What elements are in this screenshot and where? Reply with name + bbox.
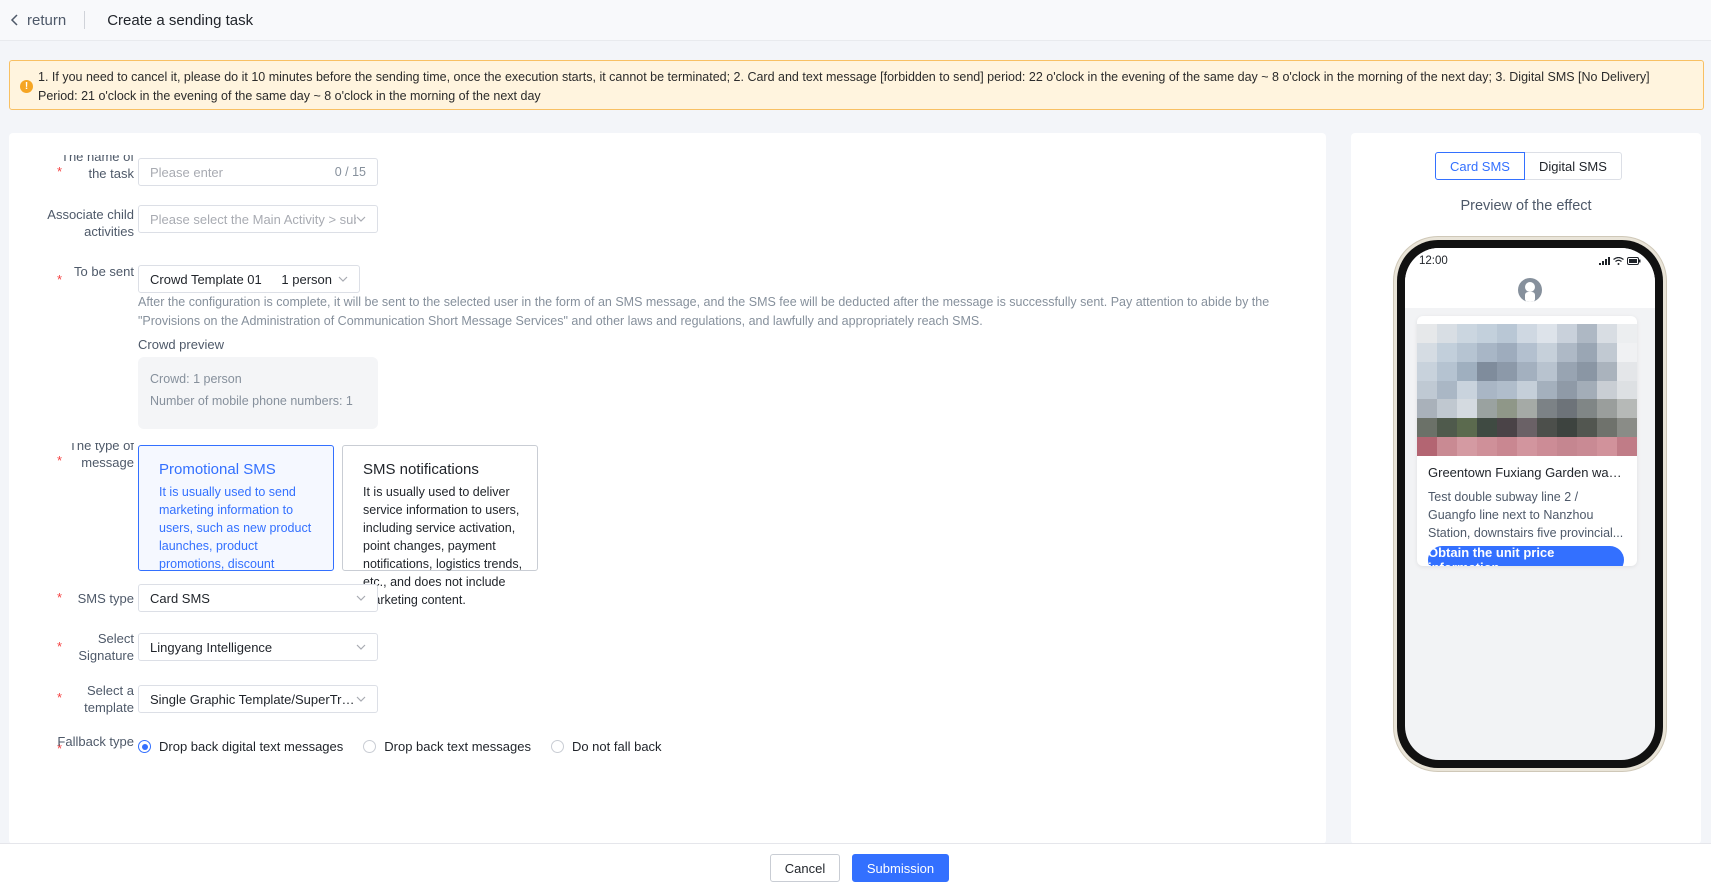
- fallback-radio-group: Drop back digital text messages Drop bac…: [138, 739, 682, 754]
- phone-status-bar: 12:00: [1405, 248, 1655, 272]
- card-action-button[interactable]: Obtain the unit price information: [1428, 545, 1624, 566]
- preview-title: Preview of the effect: [1460, 198, 1592, 214]
- phone-screen: 12:00 Greentown Fuxiang Garden was ... T…: [1405, 248, 1655, 760]
- phone-mockup: 12:00 Greentown Fuxiang Garden was ... T…: [1394, 237, 1666, 771]
- fallback-text-radio[interactable]: Drop back text messages: [363, 739, 531, 754]
- preview-panel: Card SMS Digital SMS Preview of the effe…: [1351, 133, 1701, 844]
- notice-text: 1. If you need to cancel it, please do i…: [38, 70, 1650, 103]
- chevron-left-icon: [10, 14, 18, 26]
- recipients-count: 1 person: [281, 271, 332, 287]
- template-value: Single Graphic Template/SuperTransport: [150, 691, 356, 707]
- avatar: [1518, 278, 1542, 302]
- signature-value: Lingyang Intelligence: [150, 639, 273, 655]
- signature-label: Select Signature: [78, 631, 134, 663]
- fallback-none-label: Do not fall back: [571, 739, 662, 754]
- promotional-desc: It is usually used to send marketing inf…: [159, 485, 312, 571]
- name-char-counter: 0 / 15: [334, 165, 366, 179]
- chevron-down-icon: [356, 216, 366, 222]
- name-input-placeholder: Please enter: [150, 164, 223, 180]
- header-divider: [84, 11, 86, 29]
- template-select[interactable]: Single Graphic Template/SuperTransport: [138, 685, 378, 713]
- signal-icon: [1599, 257, 1610, 265]
- back-label: return: [27, 11, 67, 29]
- status-icons: [1599, 257, 1641, 265]
- template-label: Select a template: [84, 683, 134, 715]
- preview-tabs: Card SMS Digital SMS: [1435, 152, 1622, 180]
- crowd-count: Crowd: 1 person: [150, 372, 242, 386]
- chevron-down-icon: [356, 595, 366, 601]
- phone-number-count: Number of mobile phone numbers: 1: [150, 394, 353, 408]
- fallback-digital-radio[interactable]: Drop back digital text messages: [138, 739, 343, 754]
- signature-select[interactable]: Lingyang Intelligence: [138, 633, 378, 661]
- recipients-label: To be sent: [74, 264, 134, 279]
- submit-button[interactable]: Submission: [852, 854, 949, 882]
- card-description: Test double subway line 2 / Guangfo line…: [1428, 490, 1624, 540]
- radio-checked-icon: [138, 740, 151, 753]
- sms-type-select[interactable]: Card SMS: [138, 584, 378, 612]
- card-title: Greentown Fuxiang Garden was ...: [1428, 465, 1628, 480]
- fallback-none-radio[interactable]: Do not fall back: [550, 739, 662, 754]
- tab-digital-sms[interactable]: Digital SMS: [1524, 152, 1622, 180]
- recipients-select[interactable]: Crowd Template 01 1 person: [138, 265, 360, 293]
- user-icon: [1525, 282, 1535, 302]
- recipients-value: Crowd Template 01: [150, 271, 262, 287]
- phone-bezel: 12:00 Greentown Fuxiang Garden was ... T…: [1397, 240, 1663, 768]
- fallback-text-label: Drop back text messages: [384, 739, 531, 754]
- back-link[interactable]: return: [10, 12, 66, 29]
- sms-type-value: Card SMS: [150, 590, 210, 606]
- battery-icon: [1627, 257, 1641, 265]
- sms-type-label: SMS type: [77, 591, 134, 606]
- top-bar: return Create a sending task: [0, 0, 1711, 41]
- message-type-label: The type of message: [68, 443, 134, 470]
- child-activity-placeholder: Please select the Main Activity > subact…: [150, 211, 356, 227]
- sms-card-preview: Greentown Fuxiang Garden was ... Test do…: [1417, 316, 1637, 566]
- cancel-button[interactable]: Cancel: [770, 854, 840, 882]
- radio-unchecked-icon: [363, 740, 377, 753]
- message-type-notification[interactable]: SMS notifications It is usually used to …: [342, 445, 538, 607]
- message-type-promotional[interactable]: Promotional SMS It is usually used to se…: [138, 445, 334, 571]
- promotional-title: Promotional SMS: [159, 461, 276, 478]
- footer-bar: Cancel Submission: [0, 843, 1711, 887]
- form-panel: * The name of the task Please enter 0 / …: [9, 133, 1326, 844]
- crowd-preview-title: Crowd preview: [138, 337, 224, 352]
- fallback-label: Fallback type: [57, 734, 134, 749]
- notification-desc: It is usually used to deliver service in…: [363, 485, 523, 607]
- phone-time: 12:00: [1419, 255, 1448, 267]
- radio-unchecked-icon: [550, 740, 564, 753]
- page-title: Create a sending task: [107, 11, 254, 29]
- child-activity-label: Associate child activities: [47, 207, 134, 239]
- wifi-icon: [1613, 257, 1624, 265]
- chevron-down-icon: [338, 276, 348, 282]
- crowd-preview-box: Crowd: 1 person Number of mobile phone n…: [138, 357, 378, 429]
- notification-title: SMS notifications: [363, 461, 479, 478]
- name-input[interactable]: Please enter 0 / 15: [138, 158, 378, 186]
- notice-banner: ! 1. If you need to cancel it, please do…: [9, 60, 1704, 110]
- warning-icon: !: [20, 80, 33, 93]
- chevron-down-icon: [356, 696, 366, 702]
- recipients-hint: After the configuration is complete, it …: [138, 295, 1270, 328]
- child-activity-select[interactable]: Please select the Main Activity > subact…: [138, 205, 378, 233]
- chevron-down-icon: [356, 644, 366, 650]
- sms-header: [1405, 272, 1655, 308]
- fallback-digital-label: Drop back digital text messages: [159, 739, 344, 754]
- name-label: The name of the task: [61, 155, 134, 181]
- card-image: [1417, 324, 1637, 456]
- tab-card-sms[interactable]: Card SMS: [1435, 152, 1525, 180]
